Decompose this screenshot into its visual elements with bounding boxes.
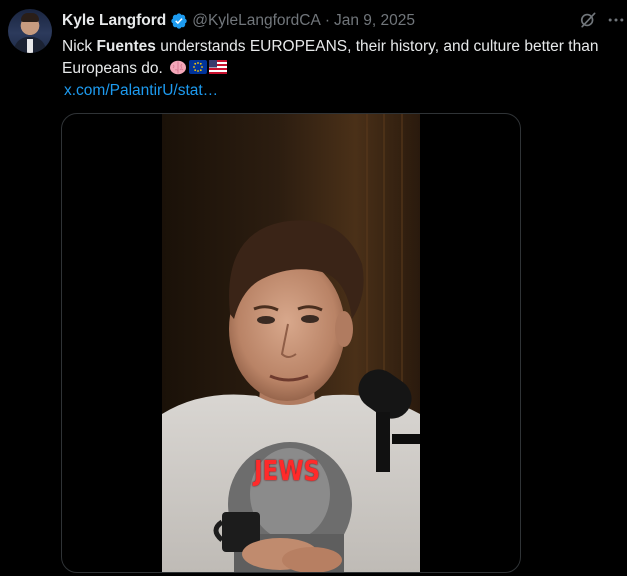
video-frame-image: [162, 114, 420, 572]
author-handle[interactable]: @KyleLangfordCA: [192, 12, 321, 30]
tweet[interactable]: Kyle Langford @KyleLangfordCA · Jan 9, 2…: [0, 0, 627, 576]
avatar-hair: [21, 13, 39, 22]
tweet-text: Nick Fuentes understands EUROPEANS, thei…: [62, 36, 622, 80]
avatar-shirt: [27, 39, 33, 53]
tweet-text-bold: Fuentes: [96, 38, 156, 55]
verified-badge-icon[interactable]: [170, 12, 188, 30]
tweet-date[interactable]: Jan 9, 2025: [334, 12, 415, 30]
us-flag-emoji-icon: [209, 60, 228, 74]
tweet-header: Kyle Langford @KyleLangfordCA · Jan 9, 2…: [62, 10, 415, 32]
tweet-link[interactable]: x.com/PalantirU/stat…: [64, 80, 218, 102]
video-overlay-text: JEWS: [254, 454, 321, 487]
eu-flag-emoji-icon: [189, 60, 208, 74]
more-options-icon[interactable]: [606, 10, 626, 30]
brain-emoji-icon: [170, 60, 187, 75]
tweet-text-prefix: Nick: [62, 38, 97, 55]
avatar[interactable]: [8, 9, 52, 53]
author-display-name[interactable]: Kyle Langford: [62, 12, 166, 30]
video-media[interactable]: JEWS: [61, 113, 521, 573]
grok-icon[interactable]: [578, 10, 598, 30]
video-frame[interactable]: [162, 114, 420, 572]
header-separator: ·: [324, 12, 330, 29]
